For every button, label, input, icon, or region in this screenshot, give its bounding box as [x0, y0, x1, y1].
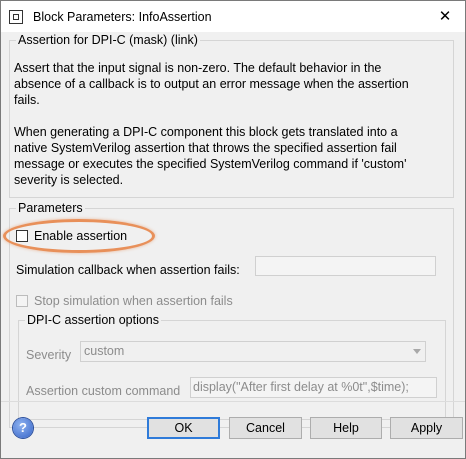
severity-select[interactable]: custom — [80, 341, 426, 362]
stop-simulation-label: Stop simulation when assertion fails — [34, 294, 233, 308]
help-icon[interactable]: ? — [13, 418, 33, 438]
sim-callback-input[interactable] — [255, 256, 436, 276]
apply-button[interactable]: Apply — [390, 417, 463, 439]
parameters-legend: Parameters — [16, 201, 85, 215]
enable-assertion-row[interactable]: Enable assertion — [16, 229, 127, 243]
sim-callback-label: Simulation callback when assertion fails… — [16, 263, 240, 277]
description-line: When generating a DPI-C component this b… — [14, 125, 398, 139]
description-line: Assert that the input signal is non-zero… — [14, 61, 382, 75]
dialog-window: Block Parameters: InfoAssertion ✕ Assert… — [0, 0, 466, 459]
severity-label: Severity — [26, 348, 72, 362]
dialog-footer: ? OK Cancel Help Apply — [1, 401, 465, 458]
stop-simulation-row[interactable]: Stop simulation when assertion fails — [16, 294, 233, 308]
custom-command-label: Assertion custom command — [26, 384, 181, 398]
simulink-block-icon — [9, 9, 23, 24]
close-icon[interactable]: ✕ — [435, 7, 455, 27]
chevron-down-icon[interactable] — [413, 349, 421, 354]
description-line: severity is selected. — [14, 173, 124, 187]
mask-description-group: Assertion for DPI-C (mask) (link) Assert… — [9, 33, 454, 198]
dpi-options-legend: DPI-C assertion options — [25, 313, 162, 327]
help-button[interactable]: Help — [310, 417, 382, 439]
mask-group-legend: Assertion for DPI-C (mask) (link) — [16, 33, 200, 47]
custom-command-input[interactable]: display("After first delay at %0t",$time… — [190, 377, 437, 398]
window-title: Block Parameters: InfoAssertion — [33, 9, 212, 24]
description-line: native SystemVerilog assertion that thro… — [14, 141, 397, 155]
description-line: absence of a callback is to output an er… — [14, 77, 409, 91]
parameters-group: Parameters Enable assertion Simulation c… — [3, 201, 454, 428]
ok-button[interactable]: OK — [147, 417, 220, 439]
title-bar[interactable]: Block Parameters: InfoAssertion ✕ — [1, 1, 465, 32]
enable-assertion-checkbox[interactable] — [16, 230, 28, 242]
stop-simulation-checkbox[interactable] — [16, 295, 28, 307]
description-line: fails. — [14, 93, 40, 107]
enable-assertion-label: Enable assertion — [34, 229, 128, 243]
severity-value: custom — [84, 344, 125, 358]
cancel-button[interactable]: Cancel — [229, 417, 302, 439]
dialog-content: Assertion for DPI-C (mask) (link) Assert… — [1, 32, 465, 458]
description-line: message or executes the specified System… — [14, 157, 407, 171]
